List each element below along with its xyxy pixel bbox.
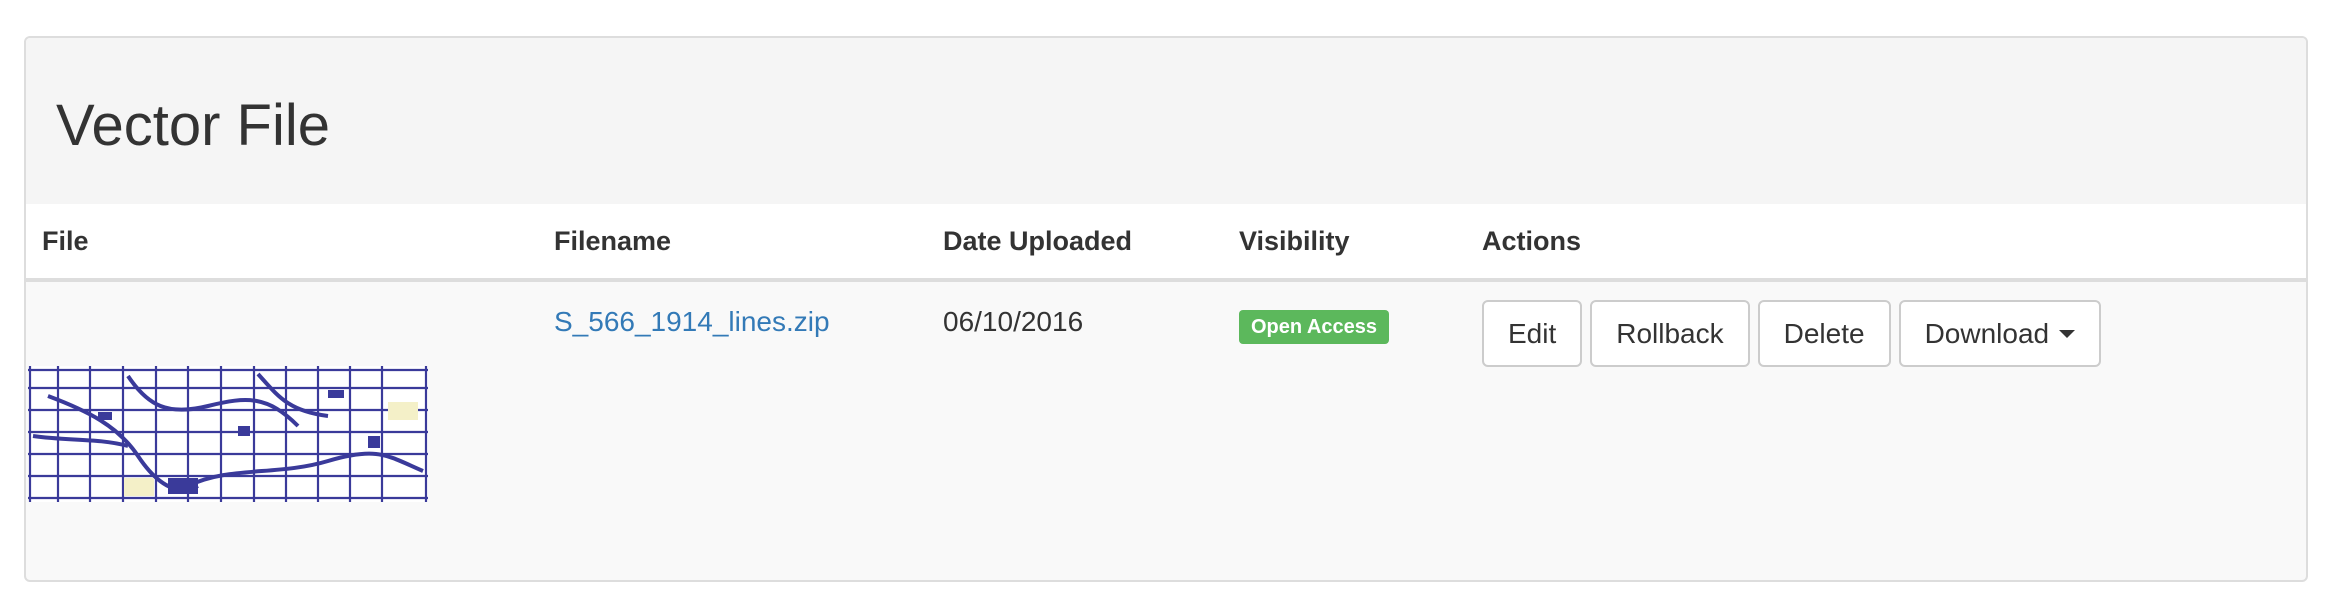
date-uploaded-cell: 06/10/2016: [927, 280, 1223, 502]
map-thumbnail[interactable]: [28, 366, 428, 502]
actions-group: Edit Rollback Delete Download: [1482, 300, 2294, 367]
visibility-badge: Open Access: [1239, 310, 1389, 344]
vector-file-panel: Vector File File Filename Date Uploaded …: [24, 36, 2308, 582]
column-header-file: File: [26, 204, 538, 282]
table-header-row: File Filename Date Uploaded Visibility A…: [26, 204, 2306, 282]
panel-title: Vector File: [56, 93, 330, 158]
rollback-button[interactable]: Rollback: [1590, 300, 1750, 367]
delete-button[interactable]: Delete: [1757, 300, 1891, 367]
date-uploaded: 06/10/2016: [943, 306, 1084, 337]
download-button-label: Download: [1924, 317, 2050, 349]
caret-down-icon: [2059, 329, 2076, 338]
files-table: File Filename Date Uploaded Visibility A…: [26, 204, 2306, 502]
filename-link[interactable]: S_566_1914_lines.zip: [554, 306, 830, 338]
filename-cell: S_566_1914_lines.zip: [538, 280, 927, 502]
column-header-date-uploaded: Date Uploaded: [927, 204, 1223, 282]
file-cell: [26, 280, 538, 502]
column-header-filename: Filename: [538, 204, 927, 282]
actions-cell: Edit Rollback Delete Download: [1466, 280, 2306, 502]
column-header-actions: Actions: [1466, 204, 2306, 282]
column-header-visibility: Visibility: [1223, 204, 1466, 282]
visibility-cell: Open Access: [1223, 280, 1466, 502]
download-dropdown-button[interactable]: Download: [1898, 300, 2102, 367]
edit-button[interactable]: Edit: [1482, 300, 1583, 367]
table-row: S_566_1914_lines.zip 06/10/2016 Open Acc…: [26, 280, 2306, 502]
panel-heading: Vector File: [26, 38, 2306, 206]
